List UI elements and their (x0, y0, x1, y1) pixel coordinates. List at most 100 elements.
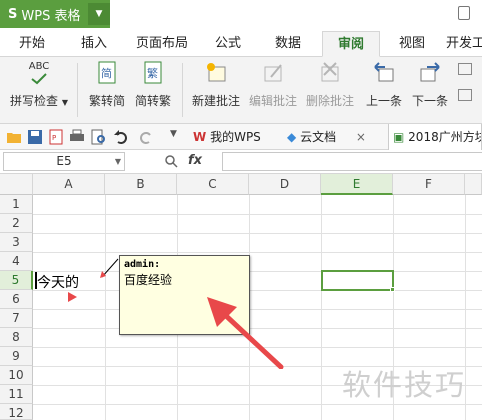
comment-author: admin: (124, 259, 161, 270)
show-comments-icon (458, 89, 472, 101)
row-header[interactable]: 10 (0, 366, 33, 385)
column-header[interactable] (465, 174, 482, 195)
comment-text[interactable]: 百度经验 (124, 272, 245, 288)
row-header[interactable]: 4 (0, 252, 33, 271)
redo-icon[interactable] (138, 129, 154, 145)
column-header[interactable]: B (105, 174, 177, 195)
watermark: 软件技巧 (342, 368, 467, 402)
export-pdf-icon[interactable]: P (48, 129, 64, 145)
row-header[interactable]: 1 (0, 195, 33, 214)
print-icon[interactable] (69, 129, 85, 145)
row-header[interactable]: 3 (0, 233, 33, 252)
doc-tab-file-label: 2018广州方块 (408, 130, 482, 144)
row-header[interactable]: 2 (0, 214, 33, 233)
spellcheck-button[interactable]: ABC 拼写检查 ▼ (8, 61, 70, 119)
ribbon-review: ABC 拼写检查 ▼ 简 繁转简 繁 简转繁 新建批注 编辑批注 删除批注 上一… (0, 57, 482, 124)
formula-input[interactable] (222, 152, 482, 171)
edit-comment-icon (261, 61, 285, 85)
chevron-down-icon[interactable]: ▼ (88, 3, 110, 25)
chevron-down-icon[interactable]: ▼ (115, 153, 121, 170)
svg-text:P: P (52, 134, 56, 142)
next-comment-label: 下一条 (411, 94, 448, 108)
trad-glyph: 繁 (147, 67, 158, 80)
column-header[interactable]: A (33, 174, 105, 195)
tab-data[interactable]: 数据 (266, 31, 310, 57)
cloud-icon: ◆ (287, 130, 297, 144)
to-simplified-button[interactable]: 繁 简转繁 (132, 61, 174, 119)
print-preview-icon[interactable] (90, 129, 106, 145)
doc-tab-cloud-label: 云文档 (300, 130, 337, 144)
fx-icon[interactable]: fx (188, 153, 202, 168)
close-icon[interactable]: × (356, 130, 366, 144)
name-box-value: E5 (56, 154, 72, 168)
title-bar: S WPS 表格 ▼ (0, 0, 482, 31)
next-comment-button[interactable]: 下一条 (408, 61, 452, 119)
doc-tab-cloud[interactable]: ◆ 云文档 × (287, 124, 382, 150)
spellcheck-icon: ABC (27, 61, 51, 85)
prev-comment-label: 上一条 (365, 94, 402, 108)
delete-comment-icon (318, 61, 342, 85)
active-cell-e5[interactable] (321, 270, 394, 291)
comment-indicator-icon (68, 292, 77, 302)
row-header[interactable]: 6 (0, 290, 33, 309)
arrow-left-icon (372, 61, 396, 85)
app-menu-button[interactable]: S WPS 表格 ▼ (0, 0, 110, 28)
to-simplified-label: 简转繁 (134, 94, 171, 108)
chevron-down-icon[interactable]: ▼ (170, 129, 186, 145)
to-traditional-button[interactable]: 简 繁转简 (86, 61, 128, 119)
save-icon[interactable] (27, 129, 43, 145)
tab-developer[interactable]: 开发工 (446, 31, 482, 57)
name-box[interactable]: E5 ▼ (3, 152, 125, 171)
column-header[interactable]: D (249, 174, 321, 195)
new-comment-label: 新建批注 (191, 94, 240, 108)
show-comments-button[interactable] (456, 61, 482, 119)
delete-comment-button[interactable]: 删除批注 (303, 61, 357, 119)
select-all-corner[interactable] (0, 174, 33, 195)
edit-comment-button[interactable]: 编辑批注 (246, 61, 300, 119)
spellcheck-label: 拼写检查 (10, 94, 59, 108)
undo-icon[interactable] (113, 129, 129, 145)
edit-comment-label: 编辑批注 (248, 94, 297, 108)
tab-page-layout[interactable]: 页面布局 (132, 31, 192, 57)
new-comment-button[interactable]: 新建批注 (189, 61, 243, 119)
spreadsheet-icon: ▣ (393, 130, 405, 144)
tab-insert[interactable]: 插入 (72, 31, 116, 57)
abc-text: ABC (28, 61, 50, 72)
annotation-arrow (207, 297, 284, 369)
row-header[interactable]: 12 (0, 404, 33, 420)
tab-formula[interactable]: 公式 (206, 31, 250, 57)
row-header[interactable]: 11 (0, 385, 33, 404)
tab-home[interactable]: 开始 (10, 31, 54, 57)
formula-bar: E5 ▼ fx (0, 150, 482, 174)
to-traditional-label: 繁转简 (88, 94, 125, 108)
quick-access-bar: P ▼ W 我的WPS ◆ 云文档 × ▣ 2018广州方块 (0, 124, 482, 150)
row-header[interactable]: 7 (0, 309, 33, 328)
column-header-selected[interactable]: E (321, 174, 393, 195)
prev-comment-button[interactable]: 上一条 (362, 61, 406, 119)
ribbon-tabs: 开始 插入 页面布局 公式 数据 审阅 视图 开发工 (0, 31, 482, 57)
arrow-right-icon (418, 61, 442, 85)
doc-tab-my-wps-label: 我的WPS (210, 130, 261, 144)
wps-logo-icon: W (193, 130, 207, 144)
app-name: WPS 表格 (21, 8, 81, 24)
convert-doc-icon: 简 (95, 61, 119, 85)
zoom-icon[interactable] (164, 154, 178, 168)
column-header[interactable]: F (393, 174, 465, 195)
convert-doc-icon: 繁 (141, 61, 165, 85)
row-header-selected[interactable]: 5 (0, 271, 33, 290)
simp-glyph: 简 (101, 67, 112, 80)
new-comment-icon (204, 61, 228, 85)
doc-tab-file[interactable]: ▣ 2018广州方块 (388, 124, 482, 150)
column-header[interactable]: C (177, 174, 249, 195)
row-header[interactable]: 9 (0, 347, 33, 366)
fill-handle[interactable] (390, 287, 395, 292)
window-icon[interactable] (458, 6, 470, 20)
comment-list-icon (458, 63, 472, 75)
tab-review[interactable]: 审阅 (322, 31, 380, 57)
row-header[interactable]: 8 (0, 328, 33, 347)
tab-view[interactable]: 视图 (390, 31, 434, 57)
doc-tab-my-wps[interactable]: W 我的WPS (187, 124, 277, 150)
open-folder-icon[interactable] (6, 129, 22, 145)
wps-logo-icon: S (8, 6, 18, 22)
cell-a5[interactable]: 今天的 (37, 272, 79, 292)
